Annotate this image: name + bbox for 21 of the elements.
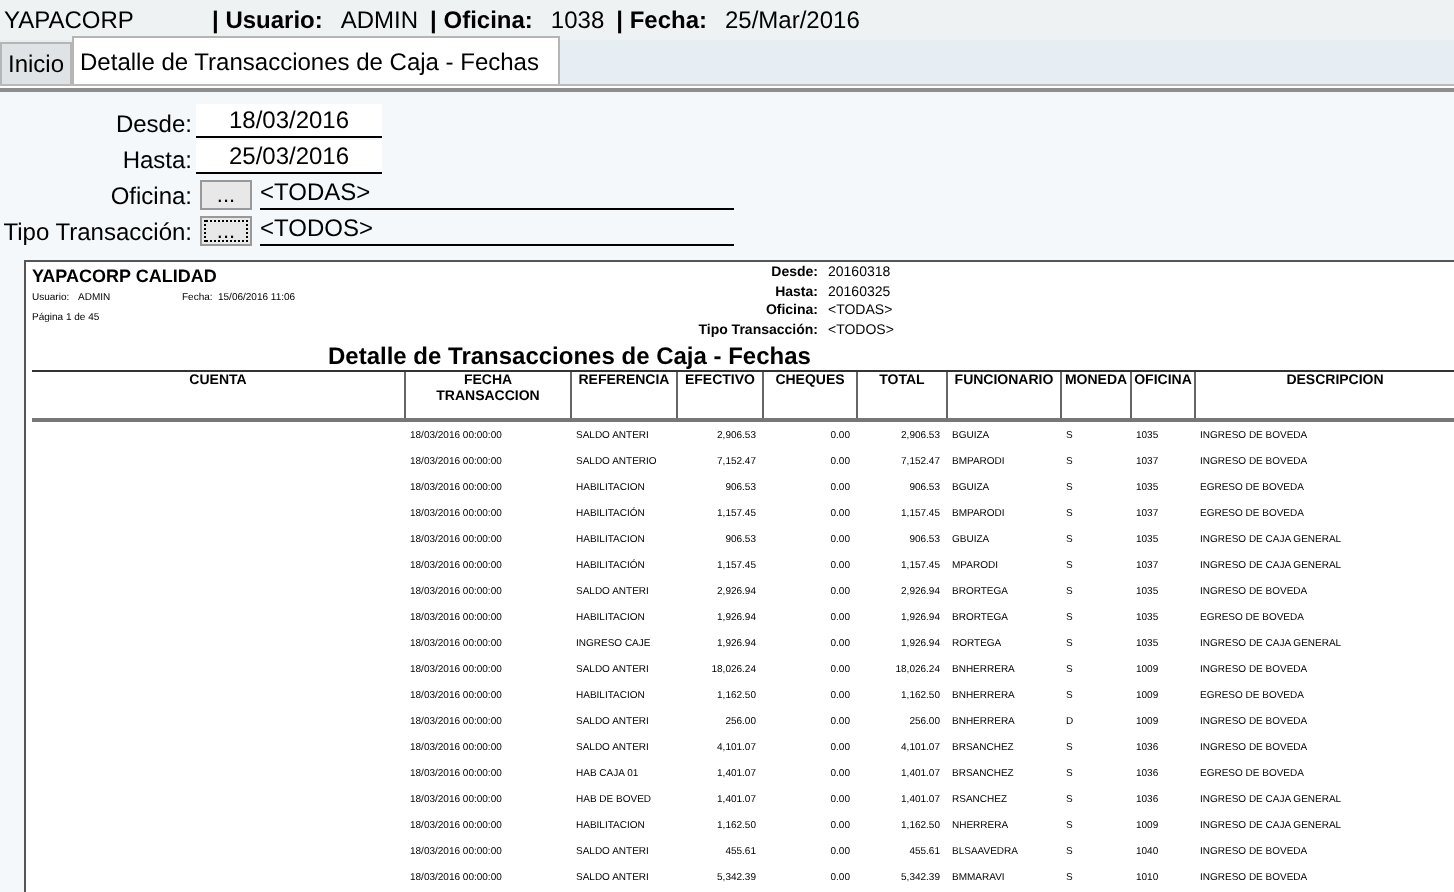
app-name: YAPACORP xyxy=(4,6,136,34)
header-label: | Usuario: xyxy=(212,6,323,34)
lookup-value: <TODAS> xyxy=(260,176,734,210)
header-label: | Oficina: xyxy=(430,6,533,34)
report-company: YAPACORP CALIDAD xyxy=(32,266,219,286)
header-value: 25/Mar/2016 xyxy=(725,6,860,34)
browse-button[interactable]: ... xyxy=(200,180,252,210)
filter-label: Desde: xyxy=(113,110,192,138)
filter-label: Tipo Transacción: xyxy=(1,218,192,246)
date-field[interactable]: 18/03/2016 xyxy=(196,104,382,138)
filter-label: Hasta: xyxy=(120,146,192,174)
header-value: ADMIN xyxy=(340,6,419,34)
browse-button[interactable]: ... xyxy=(200,216,252,246)
header-label: | Fecha: xyxy=(616,6,707,34)
header-value: 1038 xyxy=(550,6,605,34)
filter-label: Oficina: xyxy=(108,182,192,210)
tab[interactable]: Inicio xyxy=(0,42,73,84)
date-field[interactable]: 25/03/2016 xyxy=(196,140,382,174)
lookup-value: <TODOS> xyxy=(260,212,734,246)
tab[interactable]: Detalle de Transacciones de Caja - Fechas xyxy=(72,36,561,84)
report-title: Detalle de Transacciones de Caja - Fechas xyxy=(326,342,813,370)
